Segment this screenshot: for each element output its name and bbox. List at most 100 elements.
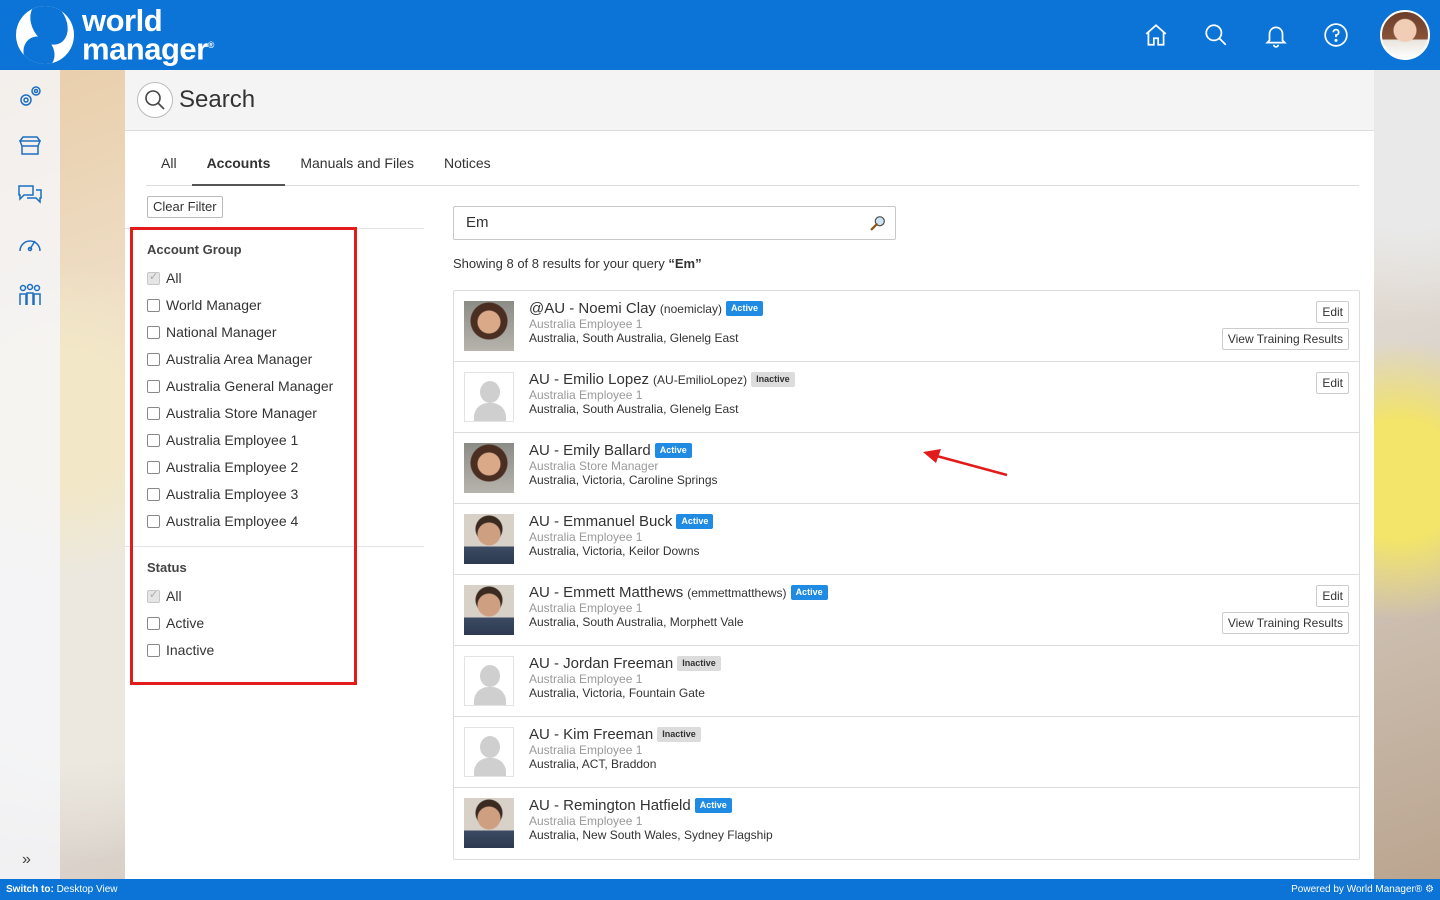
- store-icon[interactable]: [16, 132, 44, 160]
- account-name-line: AU - Emily Ballard Active: [529, 442, 692, 459]
- account-name[interactable]: AU - Emmanuel Buck: [529, 513, 672, 530]
- filter-option-label: All: [166, 588, 182, 604]
- filter-option-label: Inactive: [166, 642, 215, 658]
- result-row[interactable]: AU - Emmett Matthews (emmettmatthews) Acti…: [454, 575, 1359, 646]
- powered-by-text: Powered by World Manager® ⚙: [1291, 884, 1434, 895]
- filter-option-label: Active: [166, 615, 205, 631]
- filter-option-label: National Manager: [166, 324, 277, 340]
- account-name[interactable]: AU - Emmett Matthews: [529, 584, 683, 601]
- avatar-placeholder-icon: [464, 372, 514, 422]
- checkbox[interactable]: [147, 460, 160, 474]
- filter-option[interactable]: All: [147, 269, 182, 287]
- filter-option[interactable]: Australia Employee 3: [147, 485, 298, 503]
- account-name-line: AU - Kim Freeman Inactive: [529, 726, 701, 743]
- edit-button[interactable]: Edit: [1316, 301, 1349, 323]
- checkbox[interactable]: [147, 298, 160, 312]
- account-name[interactable]: AU - Jordan Freeman: [529, 655, 673, 672]
- result-row[interactable]: AU - Emmanuel Buck Active Australia Employ…: [454, 504, 1359, 575]
- status-badge: Inactive: [677, 656, 721, 671]
- chat-icon[interactable]: [16, 181, 44, 209]
- account-name[interactable]: AU - Remington Hatfield: [529, 797, 691, 814]
- result-row[interactable]: AU - Emily Ballard Active Australia Store …: [454, 433, 1359, 504]
- account-location: Australia, ACT, Braddon: [529, 757, 657, 771]
- status-badge: Active: [676, 514, 714, 529]
- checkbox[interactable]: [147, 270, 160, 285]
- filter-option[interactable]: Australia Employee 2: [147, 458, 298, 476]
- tab-accounts[interactable]: Accounts: [191, 149, 286, 186]
- status-badge: Active: [694, 798, 732, 813]
- checkbox[interactable]: [147, 643, 160, 657]
- avatar-placeholder-icon: [464, 727, 514, 777]
- edit-button[interactable]: Edit: [1316, 372, 1349, 394]
- account-name[interactable]: AU - Emily Ballard: [529, 442, 651, 459]
- filter-option[interactable]: All: [147, 587, 182, 605]
- view-training-results-button[interactable]: View Training Results: [1221, 612, 1349, 634]
- tab-notices[interactable]: Notices: [429, 149, 506, 185]
- home-icon[interactable]: [1126, 0, 1186, 70]
- profile-photo: [464, 443, 514, 493]
- filter-option[interactable]: Active: [147, 614, 204, 632]
- account-name-line: @AU - Noemi Clay (noemiclay) Active: [529, 300, 763, 317]
- account-role: Australia Employee 1: [529, 317, 643, 331]
- search-input[interactable]: Em: [453, 206, 896, 240]
- user-avatar[interactable]: [1380, 10, 1430, 60]
- filter-option[interactable]: Inactive: [147, 641, 214, 659]
- filter-option-label: World Manager: [166, 297, 262, 313]
- status-badge: Inactive: [657, 727, 701, 742]
- result-row[interactable]: AU - Emilio Lopez (AU-EmilioLopez) Inactiv…: [454, 362, 1359, 433]
- switch-view-link[interactable]: Switch to: Desktop View: [6, 879, 118, 900]
- filter-option[interactable]: Australia Employee 1: [147, 431, 298, 449]
- search-query-text: Em: [466, 214, 489, 231]
- tab-manuals-and-files[interactable]: Manuals and Files: [285, 149, 429, 185]
- edit-button[interactable]: Edit: [1316, 585, 1349, 607]
- view-training-results-button[interactable]: View Training Results: [1221, 328, 1349, 350]
- account-name[interactable]: AU - Kim Freeman: [529, 726, 653, 743]
- checkbox[interactable]: [147, 379, 160, 393]
- account-role: Australia Store Manager: [529, 459, 659, 473]
- result-row[interactable]: AU - Kim Freeman Inactive Australia Employ…: [454, 717, 1359, 788]
- checkbox[interactable]: [147, 514, 160, 528]
- account-role: Australia Employee 1: [529, 672, 643, 686]
- panel-header: Search: [125, 70, 1374, 131]
- result-row[interactable]: AU - Jordan Freeman Inactive Australia Emp…: [454, 646, 1359, 717]
- dashboard-gauge-icon[interactable]: [16, 231, 44, 259]
- filter-option[interactable]: Australia Employee 4: [147, 512, 298, 530]
- bell-icon[interactable]: [1246, 0, 1306, 70]
- filter-option[interactable]: Australia Store Manager: [147, 404, 317, 422]
- top-navigation-bar: world manager®: [0, 0, 1440, 70]
- checkbox[interactable]: [147, 616, 160, 630]
- checkbox[interactable]: [147, 406, 160, 420]
- account-name[interactable]: AU - Emilio Lopez: [529, 371, 649, 388]
- checkbox[interactable]: [147, 325, 160, 339]
- checkbox[interactable]: [147, 352, 160, 366]
- world-manager-logo[interactable]: world manager®: [16, 5, 214, 65]
- filter-option[interactable]: Australia Area Manager: [147, 350, 312, 368]
- filter-option-label: All: [166, 270, 182, 286]
- filter-option[interactable]: World Manager: [147, 296, 261, 314]
- settings-gears-icon[interactable]: [16, 83, 44, 111]
- account-role: Australia Employee 1: [529, 601, 643, 615]
- magnifier-icon[interactable]: [869, 214, 887, 232]
- people-icon[interactable]: [16, 281, 44, 309]
- filter-option[interactable]: Australia General Manager: [147, 377, 333, 395]
- filter-option-label: Australia Employee 3: [166, 486, 299, 502]
- tab-all[interactable]: All: [146, 149, 192, 185]
- filter-option[interactable]: National Manager: [147, 323, 277, 341]
- result-row[interactable]: @AU - Noemi Clay (noemiclay) Active Austral…: [454, 291, 1359, 362]
- search-icon[interactable]: [1186, 0, 1246, 70]
- clear-filter-button[interactable]: Clear Filter: [147, 196, 223, 218]
- help-icon[interactable]: [1306, 0, 1366, 70]
- checkbox[interactable]: [147, 433, 160, 447]
- filter-option-label: Australia Employee 1: [166, 432, 299, 448]
- results-list: @AU - Noemi Clay (noemiclay) Active Austral…: [453, 290, 1360, 860]
- account-name-line: AU - Emilio Lopez (AU-EmilioLopez) Inactiv…: [529, 371, 795, 388]
- result-row[interactable]: AU - Remington Hatfield Active Australia E…: [454, 788, 1359, 859]
- account-name[interactable]: @AU - Noemi Clay: [529, 300, 656, 317]
- status-badge: Active: [654, 443, 692, 458]
- account-location: Australia, New South Wales, Sydney Flags…: [529, 828, 773, 842]
- checkbox[interactable]: [147, 588, 160, 603]
- checkbox[interactable]: [147, 487, 160, 501]
- account-location: Australia, South Australia, Morphett Val…: [529, 615, 744, 629]
- expand-sidebar-icon[interactable]: »: [22, 851, 31, 869]
- profile-photo: [464, 514, 514, 564]
